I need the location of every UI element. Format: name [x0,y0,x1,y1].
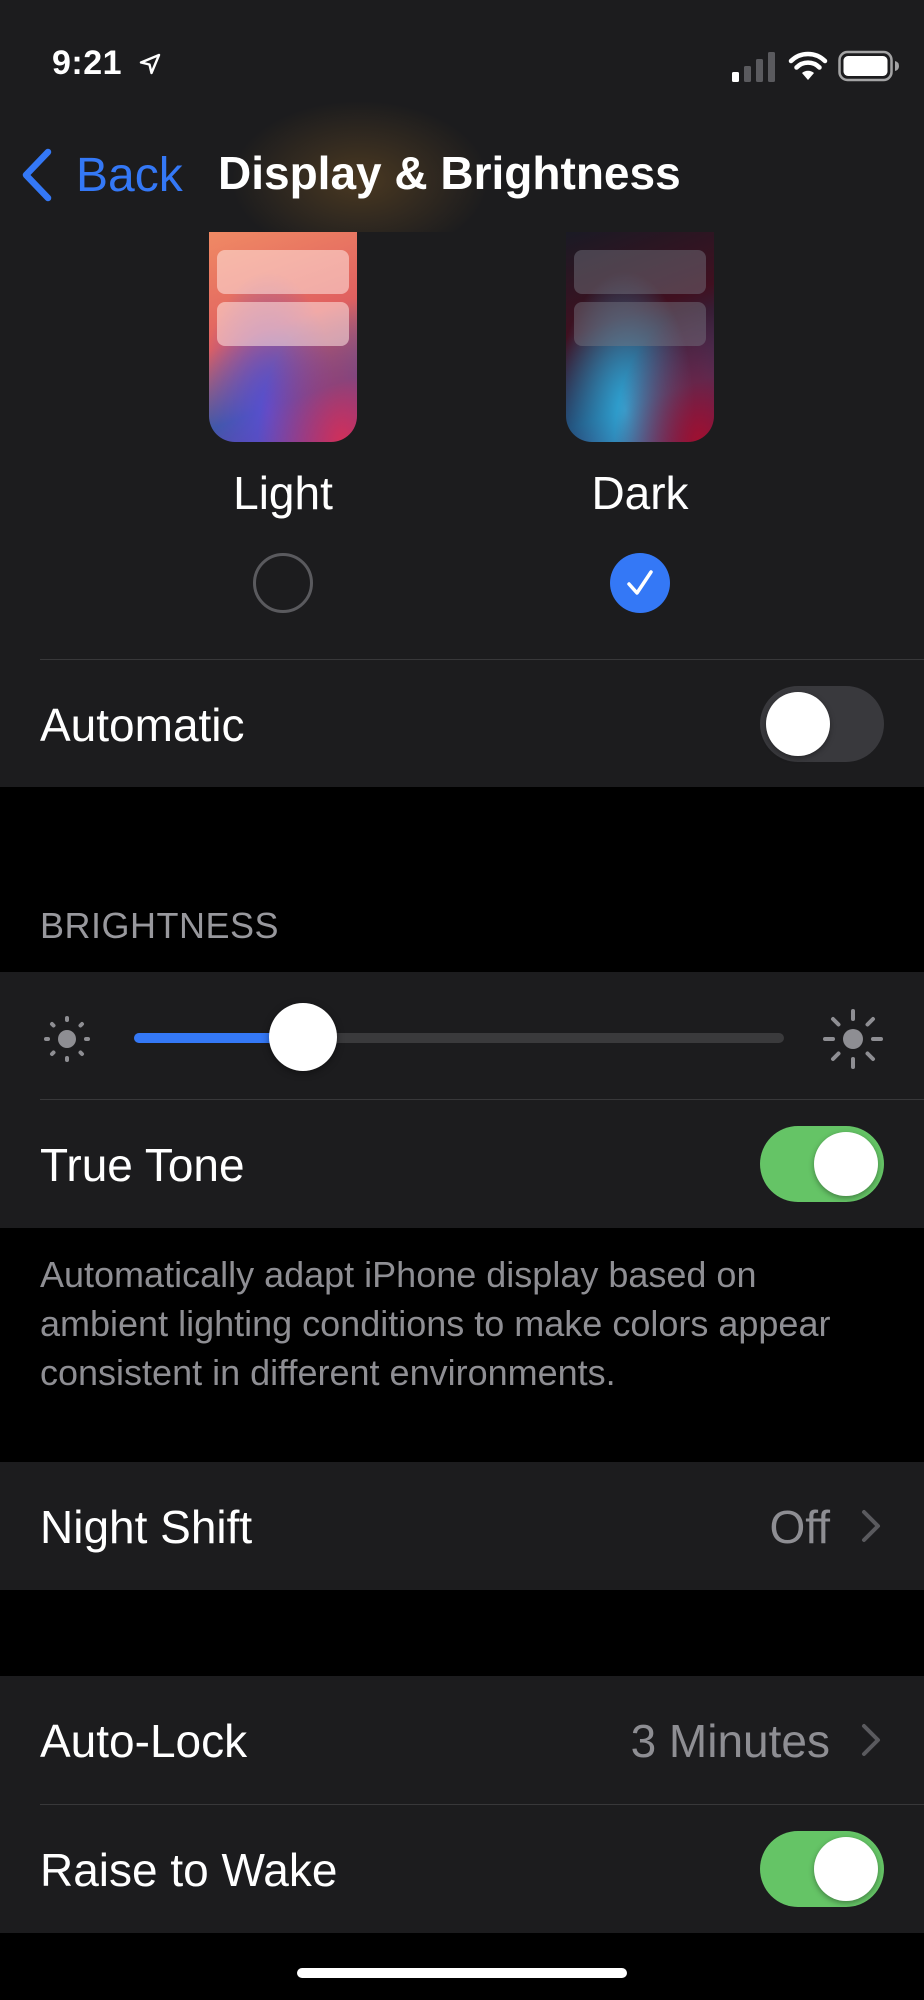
automatic-label: Automatic [40,699,245,751]
back-label: Back [76,148,183,202]
dark-mode-radio[interactable] [610,553,670,613]
light-mode-preview[interactable] [209,232,357,442]
brightness-slider[interactable] [134,1033,784,1043]
light-mode-radio[interactable] [253,553,313,613]
cellular-signal-icon [732,52,775,82]
preview-widget [217,302,349,346]
preview-widget [574,250,706,294]
chevron-right-icon [862,1510,880,1542]
checkmark-icon [627,570,653,595]
true-tone-description: Automatically adapt iPhone display based… [40,1254,831,1393]
night-shift-value: Off [769,1501,830,1553]
brightness-slider-thumb[interactable] [269,1003,337,1071]
preview-widget [217,250,349,294]
auto-lock-label: Auto-Lock [40,1715,248,1767]
toggle-knob [814,1837,878,1901]
auto-lock-value: 3 Minutes [630,1715,830,1767]
toggle-knob [766,692,830,756]
light-mode-label: Light [233,467,333,519]
page-title: Display & Brightness [218,147,681,199]
raise-to-wake-toggle[interactable] [760,1831,884,1907]
night-shift-label: Night Shift [40,1501,253,1553]
status-time: 9:21 [52,44,123,82]
location-arrow-icon [139,53,161,75]
toggle-knob [814,1132,878,1196]
dark-mode-label: Dark [591,467,689,519]
sun-small-icon [44,1016,90,1062]
chevron-left-icon [22,148,52,202]
back-button[interactable]: Back [18,140,183,210]
wifi-icon [788,51,828,80]
brightness-section-header: BRIGHTNESS [40,905,280,946]
home-indicator[interactable] [297,1968,627,1978]
true-tone-label: True Tone [40,1139,245,1191]
raise-to-wake-label: Raise to Wake [40,1844,338,1896]
row-divider [40,1099,924,1100]
dark-mode-preview[interactable] [566,232,714,442]
row-divider [40,659,924,660]
true-tone-toggle[interactable] [760,1126,884,1202]
battery-icon [838,50,899,82]
automatic-toggle[interactable] [760,686,884,762]
preview-widget [574,302,706,346]
chevron-right-icon [862,1724,880,1756]
row-divider [40,1804,924,1805]
sun-large-icon [823,1009,883,1069]
